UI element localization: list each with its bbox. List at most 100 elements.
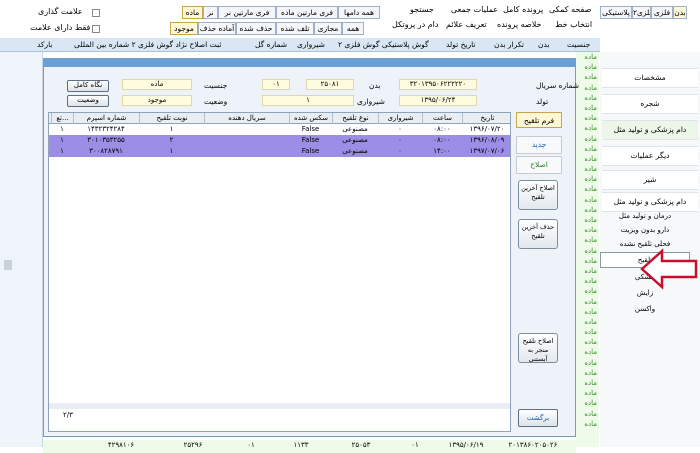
filter-all[interactable]: همه: [342, 22, 364, 35]
gender-cell: ماده: [584, 348, 597, 357]
grid-col-type[interactable]: نوع تلقیح: [332, 113, 378, 124]
status-value: موجود: [122, 95, 192, 106]
filter-male[interactable]: نر: [203, 6, 218, 19]
tab-new[interactable]: جدید: [516, 136, 562, 154]
gender-cell: ماده: [584, 73, 597, 82]
cell-count: ۱: [60, 147, 64, 155]
body-value: ۲۵۰۸۱: [306, 79, 354, 90]
filter-ready-remove[interactable]: آماده حذف: [198, 22, 236, 35]
cell-time: ۰۸:۰۰: [433, 136, 451, 144]
cell-sexed: False: [301, 147, 320, 155]
grid-col-round[interactable]: نوبت تلقیح: [139, 113, 204, 124]
milking-label: شیرواری: [357, 97, 385, 106]
header-ear-tags[interactable]: ۲ گوش پلاستیکی گوش فلزی: [338, 38, 429, 52]
footer-cell: ۰۱: [411, 441, 419, 449]
return-button[interactable]: برگشت: [518, 409, 558, 427]
select-line-button[interactable]: انتخاب خط: [555, 19, 592, 31]
footer-row[interactable]: ۲۰۱۳۸۶۰۲۰۵۰۲۶ ۱۳۹۵/۰۶/۱۹ ۰۱ ۲۵۰۵۳ ۱۱۳۳ ۰…: [43, 440, 576, 453]
tab-insemination-form[interactable]: فرم تلقیح: [516, 112, 562, 128]
left-scroll-thumb[interactable]: [4, 260, 12, 270]
cell-date: ۱۳۹۶/۰۷/۲۰: [469, 125, 505, 133]
status-button[interactable]: وضعیت: [67, 95, 109, 107]
filter-freemartin-female[interactable]: فری مارتین ماده: [276, 6, 338, 19]
keep-complete-button[interactable]: نگاه کامل: [67, 80, 109, 92]
grid-col-date[interactable]: تاریخ: [462, 113, 512, 124]
gender-cell: ماده: [584, 175, 597, 184]
grid-col-sperm[interactable]: شماره اسپرم: [73, 113, 139, 124]
filter-female[interactable]: ماده: [182, 6, 203, 19]
header-birth-date[interactable]: تاریخ تولد: [446, 38, 476, 52]
main-grid-header: جنسیت بدن تکرار بدن تاریخ تولد ۲ گوش پلا…: [0, 38, 600, 52]
grid-col-sexed[interactable]: سکس شده: [289, 113, 332, 124]
tab-edit[interactable]: اصلاح: [516, 156, 562, 174]
menu-pedigree[interactable]: شجره: [602, 94, 698, 114]
header-breeding[interactable]: ثبت اصلاح نژاد گوش فلزی ۲ شماره بین المل…: [74, 38, 221, 52]
cell-time: ۱۴:۰۰: [433, 147, 451, 155]
filter-existing[interactable]: موجود: [170, 22, 198, 35]
edit-pregnancy-insemination-button[interactable]: اصلاح تلقیح منجر به آبستنی: [518, 333, 558, 363]
grid-row[interactable]: ۱۳۹۶/۰۷/۲۰ ۰۸:۰۰ ۰ مصنوعی False ۱ ۱۴۳۲۳۲…: [49, 124, 510, 135]
define-marks-button[interactable]: تعریف علائم: [446, 19, 487, 31]
submenu-treatment[interactable]: درمان و تولید مثل: [600, 209, 690, 223]
cell-round: ۱: [169, 125, 174, 133]
grid-col-count[interactable]: تع...: [51, 113, 73, 124]
grid-row[interactable]: ۱۳۹۶/۰۸/۰۹ ۰۸:۰۰ ۰ مصنوعی False ۲ ۳۰۱۰۳۵…: [49, 135, 510, 146]
grid-header: تاریخ ساعت شیرواری نوع تلقیح سکس شده سری…: [49, 113, 510, 124]
tab-body[interactable]: بدن: [673, 6, 687, 19]
cell-donor: [204, 124, 289, 135]
grid-hscroll[interactable]: [49, 403, 510, 409]
gender-cell: ماده: [584, 185, 597, 194]
gender-cell: ماده: [584, 134, 597, 143]
header-gender[interactable]: جنسیت: [567, 38, 590, 52]
cell-sperm: ۱۴۳۲۳۲۴۲۸۴: [87, 125, 125, 133]
gender-cell: ماده: [584, 266, 597, 275]
filter-freemartin-male[interactable]: فری مارتین نر: [218, 6, 276, 19]
batch-operations-button[interactable]: عملیات جمعی: [451, 4, 498, 16]
submenu-drug-no-visit[interactable]: دارو بدون ویزیت: [600, 223, 690, 237]
grid-col-time[interactable]: ساعت: [422, 113, 462, 124]
tab-plastic[interactable]: پلاستیکی: [600, 6, 632, 19]
filter-all-animals[interactable]: همه دامها: [338, 6, 380, 19]
marked-only-checkbox[interactable]: [92, 25, 100, 33]
cell-round: ۲: [169, 136, 174, 144]
header-milking[interactable]: شیرواری: [297, 38, 325, 52]
cell-time: ۰۸:۰۰: [433, 125, 451, 133]
gender-cell: ماده: [584, 399, 597, 408]
tab-metal[interactable]: فلزی: [651, 6, 673, 19]
dialog-title-bar[interactable]: [44, 59, 575, 67]
filter-dead[interactable]: تلف شده: [276, 22, 314, 35]
filter-virtual[interactable]: مجازی: [314, 22, 342, 35]
insemination-dialog: شماره سریال ۳۲۰۱۳۹۵۰۶۲۲۲۲۲۰ بدن ۲۵۰۸۱ ۰۱…: [43, 58, 579, 437]
edit-last-insemination-button[interactable]: اصلاح آخرین تلقیح: [518, 180, 558, 210]
file-summary-button[interactable]: خلاصه پرونده: [497, 19, 541, 31]
gender-cell: ماده: [584, 154, 597, 163]
menu-specs[interactable]: مشخصات: [602, 68, 698, 88]
header-body[interactable]: بدن: [538, 38, 550, 52]
animal-in-protocol-button[interactable]: دام در پروتکل: [392, 19, 438, 31]
filter-removed[interactable]: حذف شده: [236, 22, 276, 35]
search-button[interactable]: جستجو: [410, 4, 434, 16]
footer-cell: ۰۱: [247, 441, 255, 449]
complete-file-button[interactable]: پرونده کامل: [503, 4, 543, 16]
submenu-vaccine[interactable]: واکسن: [600, 302, 690, 316]
tab-metal-2[interactable]: فلزی۲: [632, 6, 651, 19]
cell-milking: ۰: [398, 147, 402, 155]
header-repeat-body[interactable]: تکرار بدن: [494, 38, 524, 52]
gender-cell: ماده: [584, 379, 597, 387]
delete-last-insemination-button[interactable]: حذف آخرین تلقیح: [518, 219, 558, 249]
gender-cell: ماده: [584, 328, 597, 337]
header-flower-number[interactable]: شماره گل: [255, 38, 287, 52]
grid-row[interactable]: ۱۳۹۷/۰۷/۰۶ ۱۴:۰۰ ۰ مصنوعی False ۱ ۳۰۰۸۲۸…: [49, 146, 510, 157]
cell-type: مصنوعی: [342, 147, 368, 155]
gender-cell: ماده: [584, 93, 597, 102]
grid-col-donor[interactable]: سریال دهنده: [204, 113, 289, 124]
menu-vet-breeding[interactable]: دام پزشکی و تولید مثل: [602, 120, 698, 140]
mark-checkbox[interactable]: [92, 9, 100, 17]
insemination-grid: تاریخ ساعت شیرواری نوع تلقیح سکس شده سری…: [48, 112, 511, 432]
menu-milk[interactable]: شیر: [602, 170, 698, 190]
helper-page-button[interactable]: صفحه کمکی: [549, 4, 591, 16]
grid-col-milking[interactable]: شیرواری: [378, 113, 422, 124]
header-barcode[interactable]: بارکد: [37, 38, 53, 52]
menu-other-ops[interactable]: دیگر عملیات: [602, 146, 698, 166]
gender-cell: ماده: [584, 277, 597, 286]
